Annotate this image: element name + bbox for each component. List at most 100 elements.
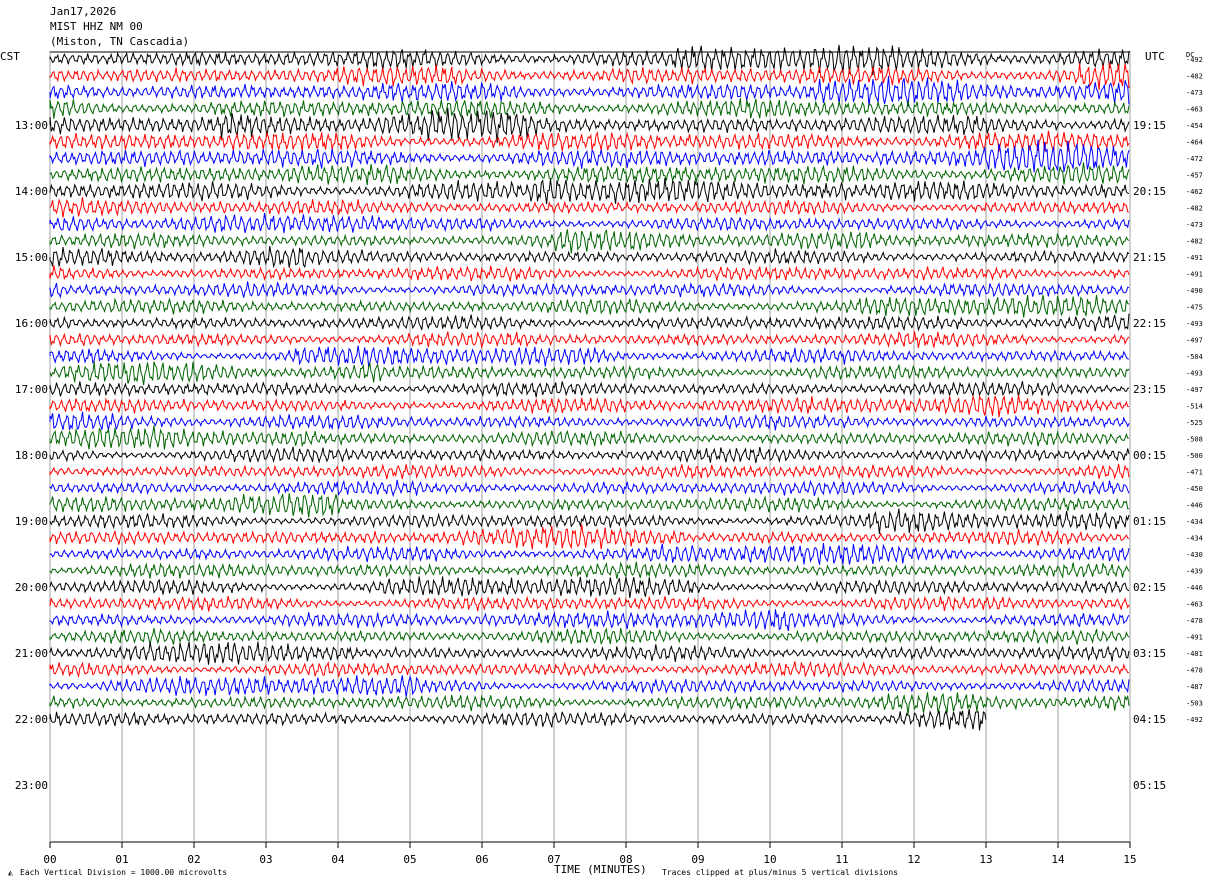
left-hour-label: 15:00 bbox=[15, 251, 48, 264]
dc-offset-label: -475 bbox=[1186, 304, 1203, 312]
dc-offset-label: -482 bbox=[1186, 73, 1203, 81]
right-hour-label: 05:15 bbox=[1133, 779, 1166, 792]
seismic-trace bbox=[49, 595, 1130, 612]
x-tick-label: 14 bbox=[1051, 853, 1065, 866]
dc-offset-label: -497 bbox=[1186, 337, 1203, 345]
dc-offset-label: -446 bbox=[1186, 502, 1203, 510]
left-timezone-label: CST bbox=[0, 50, 20, 63]
dc-offset-label: -478 bbox=[1186, 667, 1203, 675]
right-hour-label: 20:15 bbox=[1133, 185, 1166, 198]
dc-offset-label: -472 bbox=[1186, 155, 1203, 163]
chart-date: Jan17,2026 bbox=[50, 5, 116, 18]
dc-offset-label: -492 bbox=[1186, 56, 1203, 64]
dc-offset-label: -508 bbox=[1186, 436, 1203, 444]
x-tick-label: 05 bbox=[403, 853, 416, 866]
x-tick-label: 01 bbox=[115, 853, 128, 866]
seismic-trace bbox=[49, 213, 1130, 234]
clip-note: Traces clipped at plus/minus 5 vertical … bbox=[662, 868, 898, 877]
seismic-trace bbox=[49, 313, 1130, 332]
dc-offset-label: -514 bbox=[1186, 403, 1203, 411]
right-hour-label: 04:15 bbox=[1133, 713, 1166, 726]
dc-offset-label: -491 bbox=[1186, 254, 1203, 262]
right-hour-labels: 19:15 20:15 21:15 22:15 23:15 00:15 01:15 02:15… bbox=[1133, 119, 1166, 792]
x-tick-label: 15 bbox=[1123, 853, 1136, 866]
seismic-trace bbox=[49, 361, 1130, 386]
x-tick-label: 11 bbox=[835, 853, 848, 866]
seismic-trace bbox=[49, 641, 1130, 665]
seismic-trace bbox=[49, 660, 1130, 679]
seismic-trace bbox=[49, 265, 1130, 282]
dc-offset-labels: -492 -482 -473 -463 -454 -464 -472 -457 -462 -482… bbox=[1186, 56, 1203, 724]
trace-group bbox=[49, 44, 1130, 731]
x-axis-label: TIME (MINUTES) bbox=[554, 863, 647, 876]
x-tick-label: 02 bbox=[187, 853, 200, 866]
right-hour-label: 21:15 bbox=[1133, 251, 1166, 264]
x-tick-label: 03 bbox=[259, 853, 272, 866]
right-hour-label: 19:15 bbox=[1133, 119, 1166, 132]
dc-offset-label: -471 bbox=[1186, 469, 1203, 477]
dc-offset-label: -464 bbox=[1186, 139, 1203, 147]
dc-offset-label: -463 bbox=[1186, 601, 1203, 609]
dc-offset-label: -446 bbox=[1186, 584, 1203, 592]
seismic-trace bbox=[49, 130, 1130, 153]
dc-offset-label: -491 bbox=[1186, 271, 1203, 279]
seismic-trace bbox=[49, 177, 1130, 205]
dc-offset-label: -487 bbox=[1186, 683, 1203, 691]
right-hour-label: 03:15 bbox=[1133, 647, 1166, 660]
dc-offset-label: -439 bbox=[1186, 568, 1203, 576]
seismic-trace bbox=[49, 463, 1130, 480]
chart-location: (Miston, TN Cascadia) bbox=[50, 35, 189, 48]
seismic-trace bbox=[49, 380, 1130, 398]
dc-offset-label: -492 bbox=[1186, 716, 1203, 724]
seismic-trace bbox=[49, 493, 1130, 518]
left-hour-label: 23:00 bbox=[15, 779, 48, 792]
seismic-trace bbox=[49, 508, 1130, 534]
seismic-trace bbox=[49, 98, 1130, 119]
seismic-trace bbox=[49, 411, 1130, 431]
right-hour-label: 00:15 bbox=[1133, 449, 1166, 462]
x-tick-label: 06 bbox=[475, 853, 488, 866]
seismic-trace bbox=[49, 479, 1130, 498]
left-hour-label: 20:00 bbox=[15, 581, 48, 594]
x-tick-label: 13 bbox=[979, 853, 992, 866]
dc-offset-label: -503 bbox=[1186, 700, 1203, 708]
left-hour-label: 18:00 bbox=[15, 449, 48, 462]
x-tick-label: 00 bbox=[43, 853, 56, 866]
dc-offset-label: -482 bbox=[1186, 238, 1203, 246]
seismic-trace bbox=[49, 692, 1130, 715]
seismic-trace bbox=[49, 229, 1130, 254]
dc-offset-label: -462 bbox=[1186, 188, 1203, 196]
right-hour-label: 01:15 bbox=[1133, 515, 1166, 528]
dc-offset-label: -504 bbox=[1186, 353, 1203, 361]
seismic-trace bbox=[49, 139, 1130, 173]
dc-offset-label: -478 bbox=[1186, 617, 1203, 625]
seismic-trace bbox=[49, 674, 1130, 697]
left-hour-label: 17:00 bbox=[15, 383, 48, 396]
left-hour-label: 16:00 bbox=[15, 317, 48, 330]
seismic-trace bbox=[49, 280, 1130, 299]
seismic-trace bbox=[49, 708, 987, 731]
left-hour-label: 19:00 bbox=[15, 515, 48, 528]
seismic-trace bbox=[49, 425, 1130, 450]
dc-offset-label: -463 bbox=[1186, 106, 1203, 114]
dc-offset-label: -481 bbox=[1186, 650, 1203, 658]
dc-offset-label: -434 bbox=[1186, 535, 1203, 543]
scale-icon: ◭ bbox=[8, 868, 13, 877]
seismic-trace bbox=[49, 75, 1130, 107]
chart-station: MIST HHZ NM 00 bbox=[50, 20, 143, 33]
x-tick-label: 10 bbox=[763, 853, 776, 866]
dc-offset-label: -454 bbox=[1186, 122, 1203, 130]
seismic-trace bbox=[49, 576, 1130, 598]
helicorder-plot: Jan17,2026 MIST HHZ NM 00 (Miston, TN Ca… bbox=[0, 5, 1203, 877]
x-tick-label: 04 bbox=[331, 853, 345, 866]
seismic-trace bbox=[49, 394, 1130, 418]
seismic-trace bbox=[49, 543, 1130, 565]
seismic-trace bbox=[49, 609, 1130, 632]
dc-offset-label: -457 bbox=[1186, 172, 1203, 180]
dc-offset-label: -497 bbox=[1186, 386, 1203, 394]
dc-offset-label: -434 bbox=[1186, 518, 1203, 526]
dc-offset-label: -450 bbox=[1186, 485, 1203, 493]
left-hour-label: 13:00 bbox=[15, 119, 48, 132]
dc-offset-label: -493 bbox=[1186, 320, 1203, 328]
dc-offset-label: -473 bbox=[1186, 89, 1203, 97]
